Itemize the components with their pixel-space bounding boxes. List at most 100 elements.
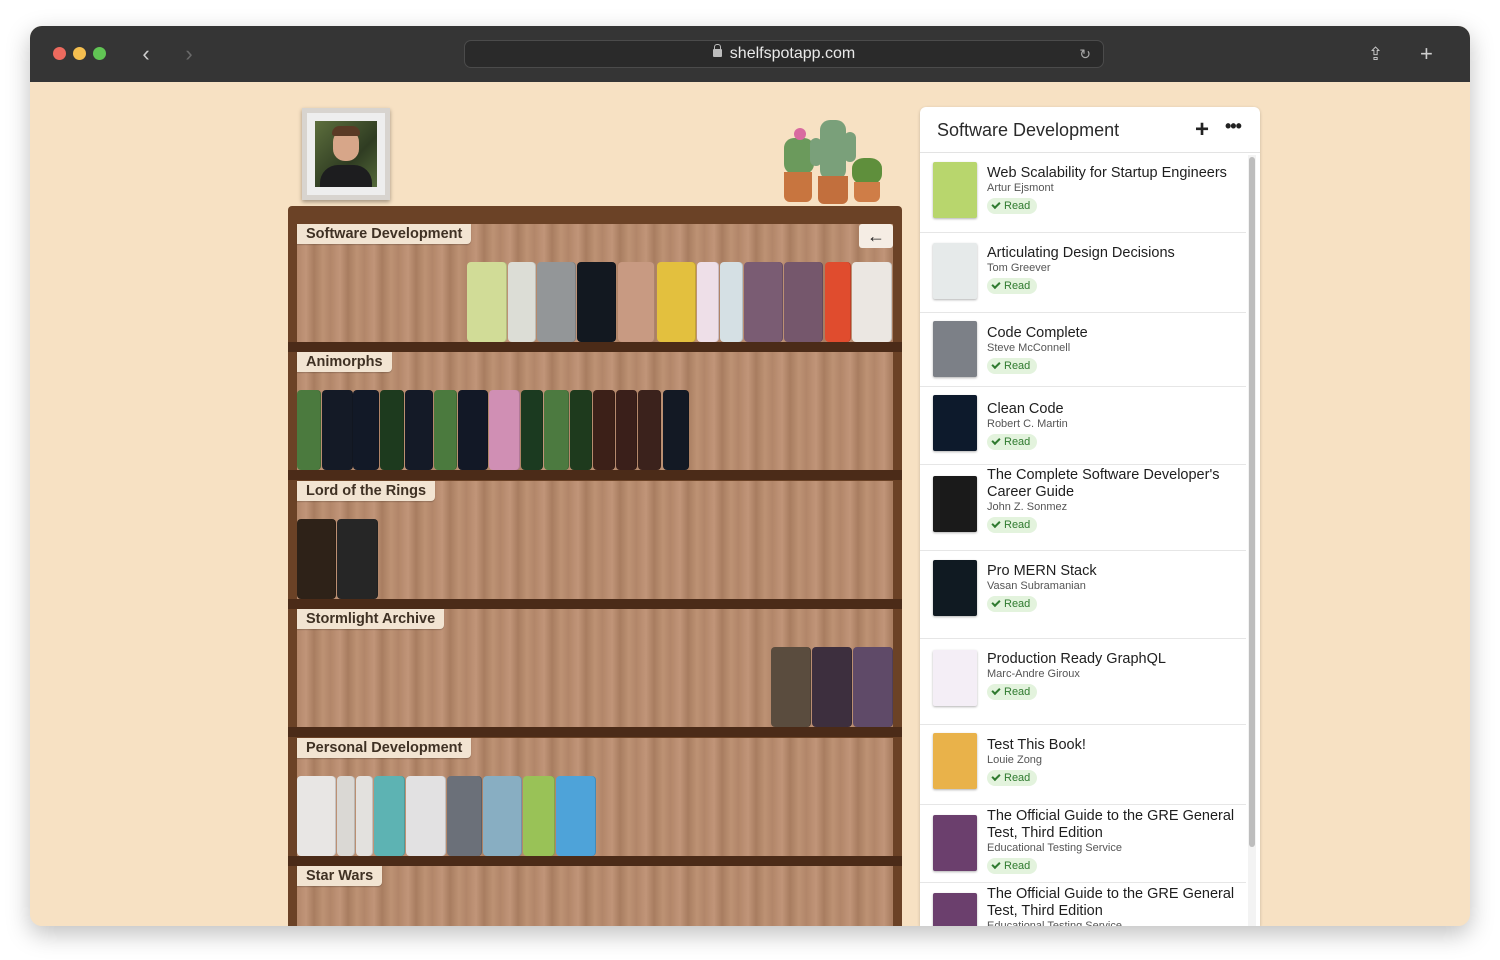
book-author: Artur Ejsmont (987, 182, 1054, 194)
list-item[interactable]: Code Complete Steve McConnell Read (920, 313, 1246, 387)
book-spine[interactable] (337, 776, 355, 856)
status-badge[interactable]: Read (987, 517, 1038, 533)
reload-icon[interactable]: ↻ (1079, 46, 1091, 63)
checkmark-icon (991, 597, 1001, 608)
book-spine[interactable] (434, 390, 457, 470)
list-item[interactable]: Test This Book! Louie Zong Read (920, 725, 1246, 805)
book-spine[interactable] (353, 390, 379, 470)
book-spine[interactable] (405, 390, 433, 470)
book-spine[interactable] (556, 776, 596, 856)
shelf-label[interactable]: Software Development (297, 224, 472, 244)
book-spine[interactable] (406, 776, 446, 856)
list-item[interactable]: The Complete Software Developer's Career… (920, 465, 1246, 551)
book-spine[interactable] (616, 390, 637, 470)
book-spine[interactable] (380, 390, 404, 470)
book-spine[interactable] (570, 390, 592, 470)
status-badge[interactable]: Read (987, 434, 1038, 450)
book-spine[interactable] (657, 262, 696, 342)
arrow-left-icon[interactable]: ← (859, 224, 893, 248)
book-spine[interactable] (489, 390, 520, 470)
status-text: Read (1004, 200, 1031, 212)
book-spine[interactable] (784, 262, 823, 342)
book-spine[interactable] (374, 776, 405, 856)
book-info: Articulating Design Decisions Tom Greever… (987, 245, 1241, 294)
status-badge[interactable]: Read (987, 358, 1038, 374)
book-spine[interactable] (853, 647, 893, 727)
book-spine[interactable] (483, 776, 522, 856)
book-spine[interactable] (771, 647, 811, 727)
profile-photo-frame[interactable] (302, 108, 390, 200)
zoom-window-button[interactable] (93, 47, 106, 60)
book-title: Pro MERN Stack (987, 563, 1097, 579)
book-spine[interactable] (577, 262, 616, 342)
status-badge[interactable]: Read (987, 684, 1038, 700)
book-spine[interactable] (825, 262, 851, 342)
list-item[interactable]: Articulating Design Decisions Tom Greever… (920, 233, 1246, 313)
status-badge[interactable]: Read (987, 770, 1038, 786)
book-author: Robert C. Martin (987, 418, 1068, 430)
status-text: Read (1004, 772, 1031, 784)
book-spine[interactable] (337, 519, 378, 599)
list-item[interactable]: The Official Guide to the GRE General Te… (920, 883, 1246, 926)
status-badge[interactable]: Read (987, 858, 1038, 874)
new-tab-button[interactable]: + (1420, 41, 1433, 67)
avatar (315, 121, 377, 187)
book-spine[interactable] (663, 390, 689, 470)
book-spine[interactable] (720, 262, 743, 342)
book-spine[interactable] (297, 519, 336, 599)
book-cover (933, 395, 977, 451)
book-spine[interactable] (458, 390, 488, 470)
shelf-row: Software Development ← (288, 224, 902, 352)
list-item[interactable]: Web Scalability for Startup Engineers Art… (920, 153, 1246, 233)
lock-icon (712, 44, 722, 57)
browser-titlebar: ‹ › shelfspotapp.com ↻ ⇪ + (30, 26, 1470, 82)
shelf-label[interactable]: Star Wars (297, 866, 383, 886)
list-item[interactable]: The Official Guide to the GRE General Te… (920, 805, 1246, 883)
book-author: Vasan Subramanian (987, 580, 1086, 592)
book-spine[interactable] (812, 647, 852, 727)
book-spine[interactable] (297, 390, 321, 470)
book-spine[interactable] (744, 262, 783, 342)
status-badge[interactable]: Read (987, 278, 1038, 294)
status-badge[interactable]: Read (987, 596, 1038, 612)
book-spine[interactable] (537, 262, 576, 342)
book-info: The Official Guide to the GRE General Te… (987, 886, 1241, 926)
book-spine[interactable] (508, 262, 536, 342)
shelf-label[interactable]: Lord of the Rings (297, 481, 436, 501)
book-spine[interactable] (356, 776, 373, 856)
chevron-right-icon[interactable]: › (176, 41, 202, 67)
book-spine[interactable] (322, 390, 353, 470)
checkmark-icon (991, 771, 1001, 782)
book-spine[interactable] (297, 776, 336, 856)
book-spine[interactable] (697, 262, 719, 342)
status-badge[interactable]: Read (987, 198, 1038, 214)
chevron-left-icon[interactable]: ‹ (133, 41, 159, 67)
list-item[interactable]: Clean Code Robert C. Martin Read (920, 387, 1246, 465)
book-spine[interactable] (544, 390, 569, 470)
shelf-label[interactable]: Animorphs (297, 352, 392, 372)
more-icon[interactable]: ••• (1225, 116, 1242, 137)
book-spine[interactable] (638, 390, 661, 470)
shelf-label[interactable]: Personal Development (297, 738, 472, 758)
book-spine[interactable] (852, 262, 892, 342)
list-item[interactable]: Pro MERN Stack Vasan Subramanian Read (920, 551, 1246, 639)
book-spine[interactable] (618, 262, 655, 342)
book-spine[interactable] (521, 390, 543, 470)
list-item[interactable]: Production Ready GraphQL Marc-Andre Girou… (920, 639, 1246, 725)
status-text: Read (1004, 519, 1031, 531)
scrollbar-thumb[interactable] (1249, 157, 1255, 847)
plus-icon[interactable]: + (1195, 116, 1209, 144)
book-title: The Official Guide to the GRE General Te… (987, 808, 1235, 841)
book-spine[interactable] (467, 262, 507, 342)
shelf-label[interactable]: Stormlight Archive (297, 609, 445, 629)
minimize-window-button[interactable] (73, 47, 86, 60)
book-title: Web Scalability for Startup Engineers (987, 165, 1227, 181)
book-info: Clean Code Robert C. Martin Read (987, 401, 1241, 450)
close-window-button[interactable] (53, 47, 66, 60)
share-icon[interactable]: ⇪ (1368, 41, 1383, 67)
book-spine[interactable] (593, 390, 615, 470)
book-cover (933, 162, 977, 218)
book-spine[interactable] (523, 776, 555, 856)
address-bar[interactable]: shelfspotapp.com ↻ (464, 40, 1104, 68)
book-spine[interactable] (447, 776, 482, 856)
